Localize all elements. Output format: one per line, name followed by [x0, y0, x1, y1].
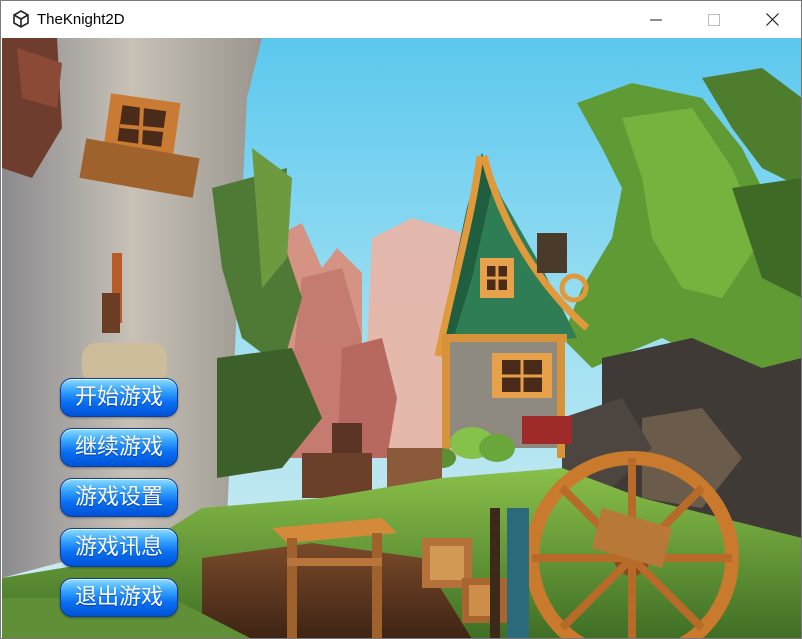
unity-logo-icon	[13, 10, 29, 28]
minimize-icon	[650, 19, 662, 20]
continue-game-button[interactable]: 继续游戏	[60, 428, 178, 467]
title-bar[interactable]: TheKnight2D	[1, 1, 801, 38]
game-viewport[interactable]: 开始游戏 继续游戏 游戏设置 游戏讯息 退出游戏	[2, 38, 801, 638]
maximize-icon	[708, 13, 720, 26]
game-info-button[interactable]: 游戏讯息	[60, 528, 178, 567]
game-settings-button[interactable]: 游戏设置	[60, 478, 178, 517]
close-icon	[765, 13, 779, 26]
game-window: TheKnight2D 开始游戏 继续游戏 游戏设置 游戏讯息 退出游戏	[0, 0, 802, 639]
start-game-button[interactable]: 开始游戏	[60, 378, 178, 417]
close-button[interactable]	[743, 1, 801, 38]
cloth-pole	[490, 508, 529, 638]
maximize-button[interactable]	[685, 1, 743, 38]
exit-game-button[interactable]: 退出游戏	[60, 578, 178, 617]
window-title: TheKnight2D	[37, 11, 125, 28]
minimize-button[interactable]	[627, 1, 685, 38]
